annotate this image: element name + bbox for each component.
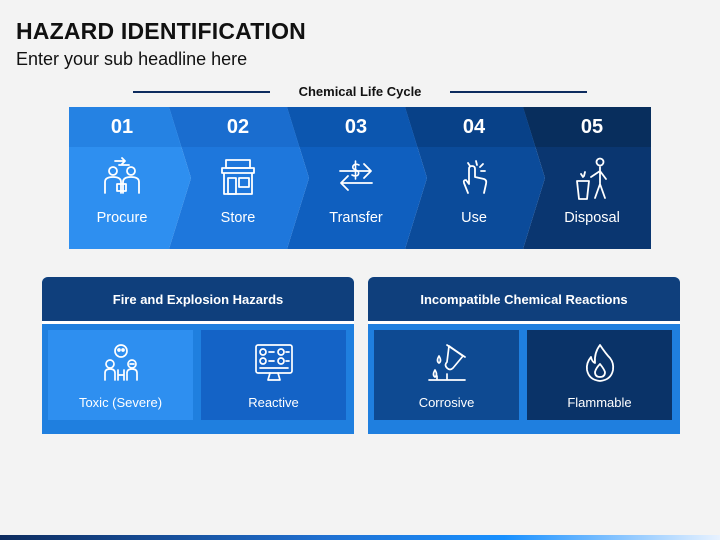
tile-reactive: Reactive [201,330,346,420]
panel-body: Corrosive Flammable [368,321,680,434]
life-cycle-steps: 05 Disposal 04 Use 03 Transfer 02 Store … [69,107,651,249]
step-number: 01 [110,116,134,138]
tile-label: Toxic (Severe) [78,395,163,410]
incompatible-reactions-panel: Incompatible Chemical Reactions Corrosiv… [368,277,680,434]
dollar-transfer-icon [297,157,415,197]
toxic-people-icon [48,342,193,384]
step-number: 04 [462,116,486,138]
cycle-divider-right [450,91,587,93]
step-procure: 01 Procure [69,107,209,249]
reactive-monitor-icon [201,342,346,384]
panel-title: Incompatible Chemical Reactions [368,277,680,321]
page-subtitle: Enter your sub headline here [16,49,248,69]
tile-corrosive: Corrosive [374,330,519,420]
footer-accent-bar [0,535,720,540]
panel-body: Toxic (Severe) Reactive [42,321,354,434]
tile-toxic: Toxic (Severe) [48,330,193,420]
page-title: HAZARD IDENTIFICATION [16,18,306,44]
panel-title: Fire and Explosion Hazards [42,277,354,321]
cycle-divider-left [133,91,270,93]
tile-label: Flammable [567,395,632,410]
hand-tap-icon [415,157,533,197]
corrosive-tube-icon [374,342,519,384]
step-number: 03 [344,116,368,138]
flame-icon [527,342,672,384]
step-label: Procure [96,210,148,226]
step-label: Disposal [564,210,620,226]
fire-explosion-panel: Fire and Explosion Hazards Toxic (Severe… [42,277,354,434]
trash-disposal-icon [533,157,651,201]
step-label: Use [461,210,487,226]
step-label: Transfer [329,210,383,226]
tile-label: Corrosive [418,395,475,410]
step-number: 05 [580,116,604,138]
tile-flammable: Flammable [527,330,672,420]
procurement-people-icon [69,157,175,197]
tile-label: Reactive [248,395,299,410]
cycle-label: Chemical Life Cycle [298,84,422,99]
